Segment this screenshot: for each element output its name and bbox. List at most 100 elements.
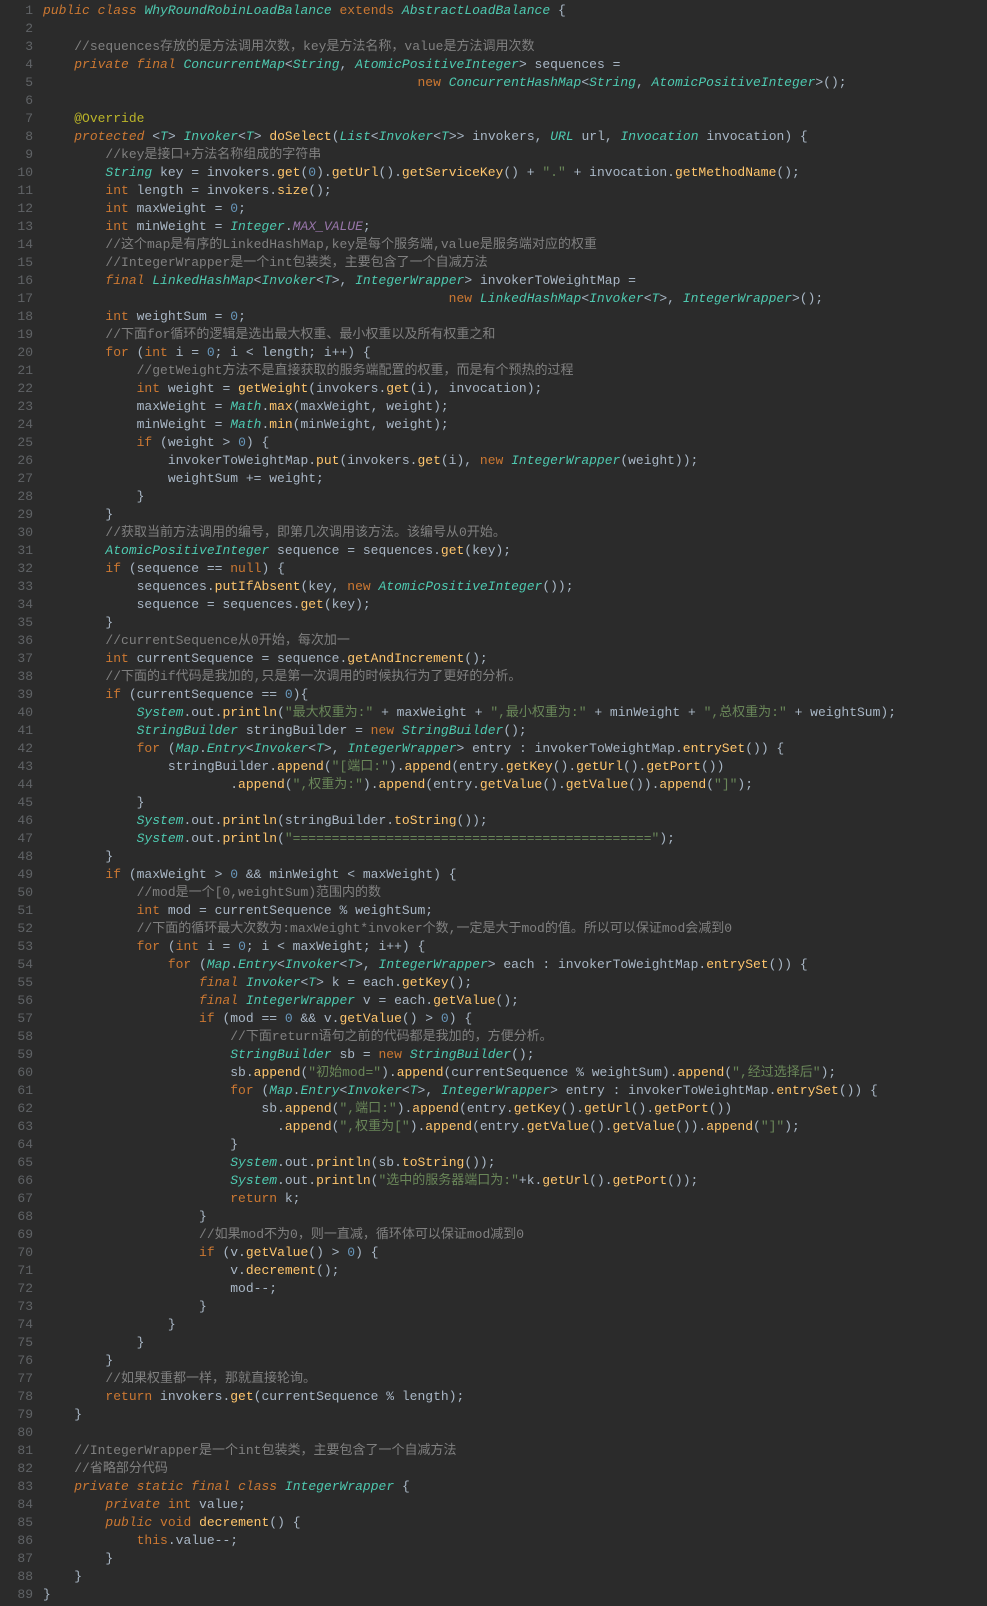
- code-line[interactable]: this.value--;: [43, 1532, 987, 1550]
- code-line[interactable]: sb.append("初始mod=").append(currentSequen…: [43, 1064, 987, 1082]
- code-line[interactable]: int length = invokers.size();: [43, 182, 987, 200]
- line-number: 77: [5, 1370, 33, 1388]
- code-line[interactable]: }: [43, 794, 987, 812]
- code-line[interactable]: //sequences存放的是方法调用次数，key是方法名称，value是方法调…: [43, 38, 987, 56]
- code-line[interactable]: }: [43, 1298, 987, 1316]
- line-number: 48: [5, 848, 33, 866]
- code-line[interactable]: weightSum += weight;: [43, 470, 987, 488]
- code-line[interactable]: String key = invokers.get(0).getUrl().ge…: [43, 164, 987, 182]
- code-line[interactable]: }: [43, 1316, 987, 1334]
- code-line[interactable]: for (Map.Entry<Invoker<T>, IntegerWrappe…: [43, 1082, 987, 1100]
- code-line[interactable]: if (currentSequence == 0){: [43, 686, 987, 704]
- code-line[interactable]: }: [43, 1136, 987, 1154]
- code-line[interactable]: new LinkedHashMap<Invoker<T>, IntegerWra…: [43, 290, 987, 308]
- code-line[interactable]: //mod是一个[0,weightSum)范围内的数: [43, 884, 987, 902]
- code-line[interactable]: int weightSum = 0;: [43, 308, 987, 326]
- code-line[interactable]: //这个map是有序的LinkedHashMap,key是每个服务端,value…: [43, 236, 987, 254]
- code-line[interactable]: //IntegerWrapper是一个int包装类，主要包含了一个自减方法: [43, 254, 987, 272]
- code-area[interactable]: public class WhyRoundRobinLoadBalance ex…: [43, 0, 987, 1606]
- code-line[interactable]: //key是接口+方法名称组成的字符串: [43, 146, 987, 164]
- line-number: 62: [5, 1100, 33, 1118]
- code-line[interactable]: if (v.getValue() > 0) {: [43, 1244, 987, 1262]
- code-line[interactable]: maxWeight = Math.max(maxWeight, weight);: [43, 398, 987, 416]
- code-line[interactable]: }: [43, 1568, 987, 1586]
- code-line[interactable]: //省略部分代码: [43, 1460, 987, 1478]
- code-line[interactable]: final Invoker<T> k = each.getKey();: [43, 974, 987, 992]
- code-line[interactable]: }: [43, 1352, 987, 1370]
- code-line[interactable]: int maxWeight = 0;: [43, 200, 987, 218]
- code-line[interactable]: if (sequence == null) {: [43, 560, 987, 578]
- code-line[interactable]: mod--;: [43, 1280, 987, 1298]
- line-number: 61: [5, 1082, 33, 1100]
- line-number: 60: [5, 1064, 33, 1082]
- code-line[interactable]: for (int i = 0; i < length; i++) {: [43, 344, 987, 362]
- code-line[interactable]: for (Map.Entry<Invoker<T>, IntegerWrappe…: [43, 740, 987, 758]
- line-number: 59: [5, 1046, 33, 1064]
- code-line[interactable]: sb.append(",端口:").append(entry.getKey().…: [43, 1100, 987, 1118]
- code-line[interactable]: AtomicPositiveInteger sequence = sequenc…: [43, 542, 987, 560]
- code-line[interactable]: System.out.println(stringBuilder.toStrin…: [43, 812, 987, 830]
- code-line[interactable]: StringBuilder stringBuilder = new String…: [43, 722, 987, 740]
- code-line[interactable]: @Override: [43, 110, 987, 128]
- code-line[interactable]: v.decrement();: [43, 1262, 987, 1280]
- code-line[interactable]: }: [43, 848, 987, 866]
- code-line[interactable]: .append(",权重为:").append(entry.getValue()…: [43, 776, 987, 794]
- code-line[interactable]: public class WhyRoundRobinLoadBalance ex…: [43, 2, 987, 20]
- code-line[interactable]: for (Map.Entry<Invoker<T>, IntegerWrappe…: [43, 956, 987, 974]
- code-line[interactable]: final IntegerWrapper v = each.getValue()…: [43, 992, 987, 1010]
- code-line[interactable]: }: [43, 1586, 987, 1604]
- code-line[interactable]: System.out.println("====================…: [43, 830, 987, 848]
- code-line[interactable]: System.out.println("最大权重为:" + maxWeight …: [43, 704, 987, 722]
- line-number: 47: [5, 830, 33, 848]
- code-line[interactable]: }: [43, 1334, 987, 1352]
- code-line[interactable]: [43, 92, 987, 110]
- code-line[interactable]: //下面for循环的逻辑是选出最大权重、最小权重以及所有权重之和: [43, 326, 987, 344]
- code-line[interactable]: private static final class IntegerWrappe…: [43, 1478, 987, 1496]
- code-line[interactable]: [43, 20, 987, 38]
- code-line[interactable]: [43, 1424, 987, 1442]
- line-number: 17: [5, 290, 33, 308]
- code-line[interactable]: StringBuilder sb = new StringBuilder();: [43, 1046, 987, 1064]
- code-line[interactable]: return invokers.get(currentSequence % le…: [43, 1388, 987, 1406]
- code-line[interactable]: for (int i = 0; i < maxWeight; i++) {: [43, 938, 987, 956]
- code-line[interactable]: //下面的if代码是我加的,只是第一次调用的时候执行为了更好的分析。: [43, 668, 987, 686]
- code-line[interactable]: //获取当前方法调用的编号，即第几次调用该方法。该编号从0开始。: [43, 524, 987, 542]
- code-line[interactable]: if (mod == 0 && v.getValue() > 0) {: [43, 1010, 987, 1028]
- code-line[interactable]: final LinkedHashMap<Invoker<T>, IntegerW…: [43, 272, 987, 290]
- code-line[interactable]: //下面的循环最大次数为:maxWeight*invoker个数,一定是大于mo…: [43, 920, 987, 938]
- code-line[interactable]: System.out.println(sb.toString());: [43, 1154, 987, 1172]
- code-line[interactable]: private int value;: [43, 1496, 987, 1514]
- code-line[interactable]: if (maxWeight > 0 && minWeight < maxWeig…: [43, 866, 987, 884]
- line-number: 41: [5, 722, 33, 740]
- code-line[interactable]: System.out.println("选中的服务器端口为:"+k.getUrl…: [43, 1172, 987, 1190]
- code-line[interactable]: //如果权重都一样，那就直接轮询。: [43, 1370, 987, 1388]
- code-line[interactable]: }: [43, 1550, 987, 1568]
- code-line[interactable]: }: [43, 1208, 987, 1226]
- code-line[interactable]: protected <T> Invoker<T> doSelect(List<I…: [43, 128, 987, 146]
- code-line[interactable]: .append(",权重为[").append(entry.getValue()…: [43, 1118, 987, 1136]
- code-line[interactable]: sequence = sequences.get(key);: [43, 596, 987, 614]
- code-line[interactable]: //如果mod不为0，则一直减，循环体可以保证mod减到0: [43, 1226, 987, 1244]
- code-line[interactable]: int mod = currentSequence % weightSum;: [43, 902, 987, 920]
- code-line[interactable]: }: [43, 488, 987, 506]
- code-line[interactable]: }: [43, 1406, 987, 1424]
- code-line[interactable]: if (weight > 0) {: [43, 434, 987, 452]
- code-line[interactable]: stringBuilder.append("[端口:").append(entr…: [43, 758, 987, 776]
- code-line[interactable]: int weight = getWeight(invokers.get(i), …: [43, 380, 987, 398]
- code-line[interactable]: }: [43, 614, 987, 632]
- code-line[interactable]: //IntegerWrapper是一个int包装类，主要包含了一个自减方法: [43, 1442, 987, 1460]
- line-number: 21: [5, 362, 33, 380]
- code-line[interactable]: //下面return语句之前的代码都是我加的，方便分析。: [43, 1028, 987, 1046]
- code-line[interactable]: int currentSequence = sequence.getAndInc…: [43, 650, 987, 668]
- code-line[interactable]: invokerToWeightMap.put(invokers.get(i), …: [43, 452, 987, 470]
- code-line[interactable]: private final ConcurrentMap<String, Atom…: [43, 56, 987, 74]
- code-line[interactable]: new ConcurrentHashMap<String, AtomicPosi…: [43, 74, 987, 92]
- code-line[interactable]: public void decrement() {: [43, 1514, 987, 1532]
- code-line[interactable]: sequences.putIfAbsent(key, new AtomicPos…: [43, 578, 987, 596]
- code-line[interactable]: //getWeight方法不是直接获取的服务端配置的权重，而是有个预热的过程: [43, 362, 987, 380]
- code-line[interactable]: int minWeight = Integer.MAX_VALUE;: [43, 218, 987, 236]
- code-line[interactable]: minWeight = Math.min(minWeight, weight);: [43, 416, 987, 434]
- code-line[interactable]: }: [43, 506, 987, 524]
- code-line[interactable]: //currentSequence从0开始，每次加一: [43, 632, 987, 650]
- code-line[interactable]: return k;: [43, 1190, 987, 1208]
